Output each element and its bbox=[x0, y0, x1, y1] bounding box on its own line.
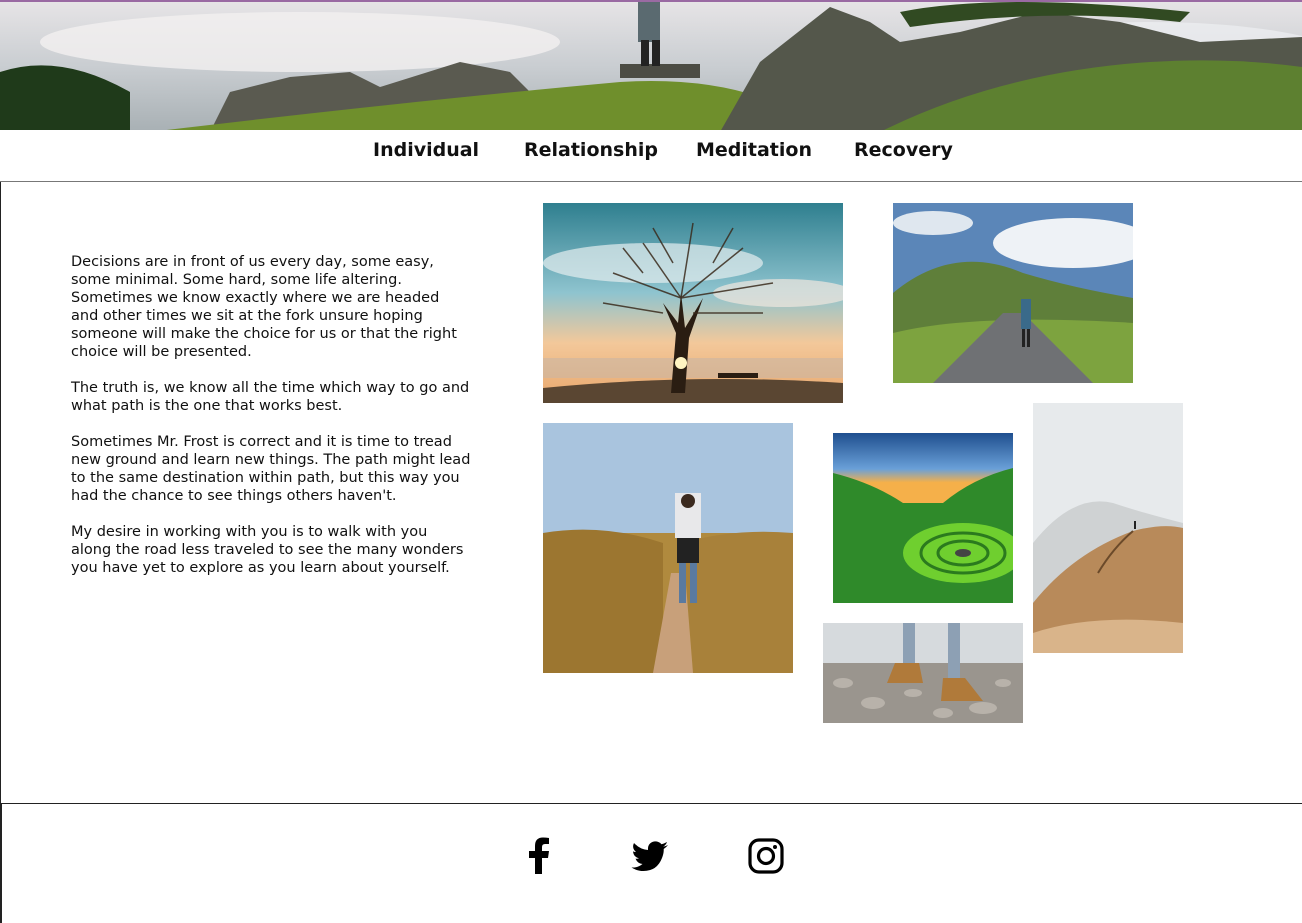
instagram-icon[interactable] bbox=[746, 836, 786, 876]
rocky-beach-boots-photo bbox=[823, 623, 1023, 723]
facebook-icon[interactable] bbox=[520, 836, 560, 876]
main-nav: Individual Relationship Meditation Recov… bbox=[0, 130, 1302, 182]
paragraph: The truth is, we know all the time which… bbox=[71, 380, 470, 414]
nav-item-individual[interactable]: Individual bbox=[373, 139, 479, 161]
hero-banner bbox=[0, 0, 1302, 130]
green-valley-spiral-photo bbox=[833, 433, 1013, 603]
twitter-icon[interactable] bbox=[630, 836, 670, 876]
paragraph: Sometimes Mr. Frost is correct and it is… bbox=[71, 434, 471, 504]
road-valley-photo bbox=[893, 203, 1133, 383]
wheat-field-path-photo bbox=[543, 423, 793, 673]
footer bbox=[0, 803, 1302, 923]
nav-item-recovery[interactable]: Recovery bbox=[854, 139, 953, 161]
left-border bbox=[0, 182, 1, 803]
misty-mountain-ridge-photo bbox=[1033, 403, 1183, 653]
intro-text: Decisions are in front of us every day, … bbox=[71, 253, 471, 595]
nav-item-meditation[interactable]: Meditation bbox=[696, 139, 812, 161]
mountain-landscape-image bbox=[0, 2, 1302, 130]
paragraph: Decisions are in front of us every day, … bbox=[71, 254, 457, 360]
paragraph: My desire in working with you is to walk… bbox=[71, 524, 464, 576]
tree-sunset-photo bbox=[543, 203, 843, 403]
nav-item-relationship[interactable]: Relationship bbox=[524, 139, 658, 161]
